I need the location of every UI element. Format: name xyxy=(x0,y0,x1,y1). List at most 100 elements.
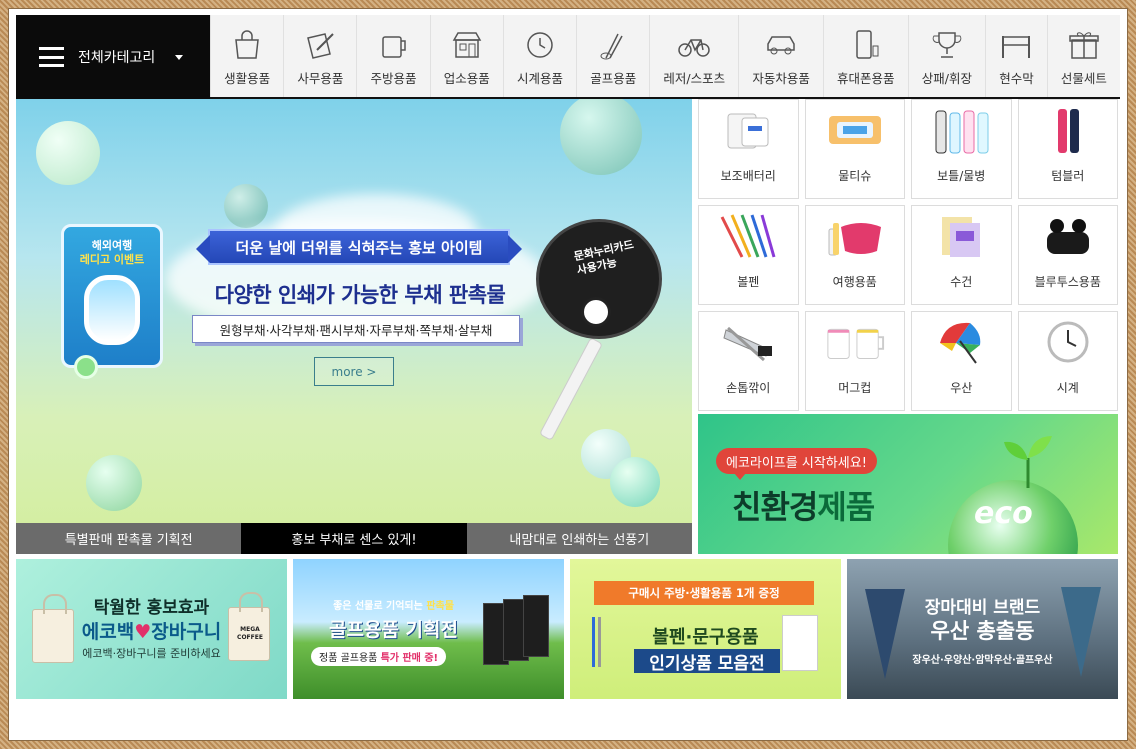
category-living[interactable]: 생활용품 xyxy=(210,15,283,97)
ballpen-line-3: 인기상품 모음전 xyxy=(634,649,780,674)
ecobag-line-1: 탁월한 홍보효과 xyxy=(93,598,210,618)
ballpen-line-2: 볼펜·문구용품 xyxy=(652,627,759,648)
grid-item-wet-tissue[interactable]: 물티슈 xyxy=(804,99,905,199)
travel-kit-icon xyxy=(824,211,886,261)
car-icon xyxy=(767,36,795,55)
clock-icon xyxy=(527,32,553,58)
umbrella-line-2: 우산 총출동 xyxy=(930,619,1035,643)
gift-icon xyxy=(1069,32,1099,59)
grid-item-umbrella[interactable]: 우산 xyxy=(911,311,1012,411)
golf-line-3: 정품 골프용품 특가 판매 중! xyxy=(311,647,447,666)
decor-bubble xyxy=(36,121,100,185)
eco-title-b: 제품 xyxy=(817,488,875,526)
grid-item-label: 우산 xyxy=(950,381,973,395)
grid-item-ballpen[interactable]: 볼펜 xyxy=(698,205,799,305)
eco-globe-text: eco xyxy=(974,496,1033,531)
eco-pill: 에코라이프를 시작하세요! xyxy=(716,448,877,480)
earbuds-icon xyxy=(1037,211,1099,261)
category-label: 현수막 xyxy=(999,71,1034,86)
grid-item-battery[interactable]: 보조배터리 xyxy=(698,99,799,199)
grid-item-label: 볼펜 xyxy=(737,275,760,289)
grid-item-label: 텀블러 xyxy=(1051,169,1085,183)
golf-line-1b: 판촉물 xyxy=(426,601,454,612)
golf-line-1: 좋은 선물로 기억되는 판촉물 xyxy=(293,597,564,612)
eco-banner[interactable]: eco 에코라이프를 시작하세요! 친환경제품 xyxy=(698,414,1118,554)
grid-item-label: 보조배터리 xyxy=(720,169,776,183)
category-banner[interactable]: 현수막 xyxy=(985,15,1047,97)
fan-handle xyxy=(538,337,604,441)
pen-paper-icon xyxy=(307,33,335,59)
ballpen-icon xyxy=(717,211,779,261)
grid-item-tumbler[interactable]: 텀블러 xyxy=(1017,99,1118,199)
grid-item-nail-clipper[interactable]: 손톱깎이 xyxy=(698,311,799,411)
ballpen-badge: 구매시 주방·생활용품 1개 증정 xyxy=(594,581,814,605)
more-button[interactable]: more > xyxy=(314,357,394,386)
decor-bubble xyxy=(560,99,642,175)
banner-golf[interactable]: 좋은 선물로 기억되는 판촉물 골프용품 기획전 정품 골프용품 특가 판매 중… xyxy=(293,559,564,699)
category-car[interactable]: 자동차용품 xyxy=(738,15,823,97)
grid-item-label: 시계 xyxy=(1056,381,1079,395)
mug-cup-icon xyxy=(824,317,886,367)
product-category-grid: 보조배터리 물티슈 보틀/물병 텀블러 볼펜 여행용품 수건 블루투스용품 손톱… xyxy=(698,99,1118,411)
category-label: 상패/휘장 xyxy=(921,71,972,86)
golf-club-icon xyxy=(600,33,623,60)
category-label: 선물세트 xyxy=(1060,71,1107,86)
category-label: 생활용품 xyxy=(224,71,271,86)
category-label: 사무용품 xyxy=(297,71,344,86)
banner-ecobag[interactable]: MEGA COFFEE 탁월한 홍보효과 에코백♥장바구니 에코백·장바구니를 … xyxy=(16,559,287,699)
golf-line-3b: 특가 판매 중! xyxy=(380,653,439,664)
heart-icon: ♥ xyxy=(134,621,152,643)
category-kitchen[interactable]: 주방용품 xyxy=(356,15,429,97)
hero-tab-special-sale[interactable]: 특별판매 판촉물 기획전 xyxy=(16,523,242,554)
towel-icon xyxy=(930,211,992,261)
grid-item-bluetooth[interactable]: 블루투스용품 xyxy=(1017,205,1118,305)
banner-icon xyxy=(1002,36,1031,58)
travel-card-image: 해외여행 레디고 이벤트 xyxy=(61,224,163,379)
hero-title: 다양한 인쇄가 가능한 부채 판촉물 xyxy=(214,283,506,307)
umbrella-line-3: 장우산·우양산·암막우산·골프우산 xyxy=(912,655,1053,666)
bicycle-icon xyxy=(678,39,711,57)
decor-bubble xyxy=(86,455,142,511)
ecobag-line-2: 에코백♥장바구니 xyxy=(16,617,287,644)
category-leisure[interactable]: 레저/스포츠 xyxy=(649,15,738,97)
ecobag-line-2a: 에코백 xyxy=(81,621,135,643)
category-label: 업소용품 xyxy=(443,71,490,86)
grid-item-label: 머그컵 xyxy=(838,381,872,395)
category-clock[interactable]: 시계용품 xyxy=(502,15,576,97)
grid-item-label: 수건 xyxy=(950,275,973,289)
category-office[interactable]: 사무용품 xyxy=(283,15,356,97)
grid-item-label: 여행용품 xyxy=(832,275,877,289)
banner-umbrella[interactable]: 장마대비 브랜드 우산 총출동 장우산·우양산·암막우산·골프우산 xyxy=(847,559,1118,699)
grid-item-clock[interactable]: 시계 xyxy=(1017,311,1118,411)
category-phone[interactable]: 휴대폰용품 xyxy=(822,15,908,97)
grid-item-bottle[interactable]: 보틀/물병 xyxy=(911,99,1012,199)
hero-tab-electric-fan[interactable]: 내맘대로 인쇄하는 선풍기 xyxy=(466,523,692,554)
golf-line-2: 골프용품 기획전 xyxy=(329,619,458,641)
caret-down-icon xyxy=(175,54,184,60)
golf-line-1a: 좋은 선물로 기억되는 xyxy=(333,601,427,612)
category-label: 골프용품 xyxy=(590,71,637,86)
nail-clipper-icon xyxy=(717,317,779,367)
category-list: 생활용품 사무용품 주방용품 업소용품 시계용품 골프용품 레저/스포츠 자동차… xyxy=(210,15,1120,97)
airplane-window-icon xyxy=(84,275,140,345)
all-categories-button[interactable]: 전체카테고리 xyxy=(16,15,210,99)
category-label: 주방용품 xyxy=(370,71,417,86)
store-icon xyxy=(452,32,482,58)
grid-item-label: 물티슈 xyxy=(838,169,872,183)
hero-tab-fan[interactable]: 홍보 부채로 센스 있게! xyxy=(241,523,467,554)
category-trophy[interactable]: 상패/휘장 xyxy=(907,15,985,97)
hero-subtitle: 원형부채·사각부채·팬시부채·자루부채·쪽부채·살부채 xyxy=(192,315,520,343)
category-business[interactable]: 업소용품 xyxy=(429,15,503,97)
grid-item-mug[interactable]: 머그컵 xyxy=(804,311,905,411)
hero-ribbon: 더운 날에 더위를 식혀주는 홍보 아이템 xyxy=(196,229,522,265)
hero-banner[interactable]: 해외여행 레디고 이벤트 더운 날에 더위를 식혀주는 홍보 아이템 다양한 인… xyxy=(16,99,692,554)
decor-bubble xyxy=(610,457,660,507)
trophy-icon xyxy=(932,32,962,58)
wet-tissue-icon xyxy=(824,105,886,155)
category-golf[interactable]: 골프용품 xyxy=(576,15,649,97)
grid-item-towel[interactable]: 수건 xyxy=(911,205,1012,305)
banner-ballpen[interactable]: 구매시 주방·생활용품 1개 증정 볼펜·문구용품 인기상품 모음전 xyxy=(570,559,841,699)
page-content: 전체카테고리 생활용품 사무용품 주방용품 업소용품 시계용품 골프용품 레저/… xyxy=(8,8,1128,741)
grid-item-travel[interactable]: 여행용품 xyxy=(804,205,905,305)
category-gift[interactable]: 선물세트 xyxy=(1046,15,1120,97)
